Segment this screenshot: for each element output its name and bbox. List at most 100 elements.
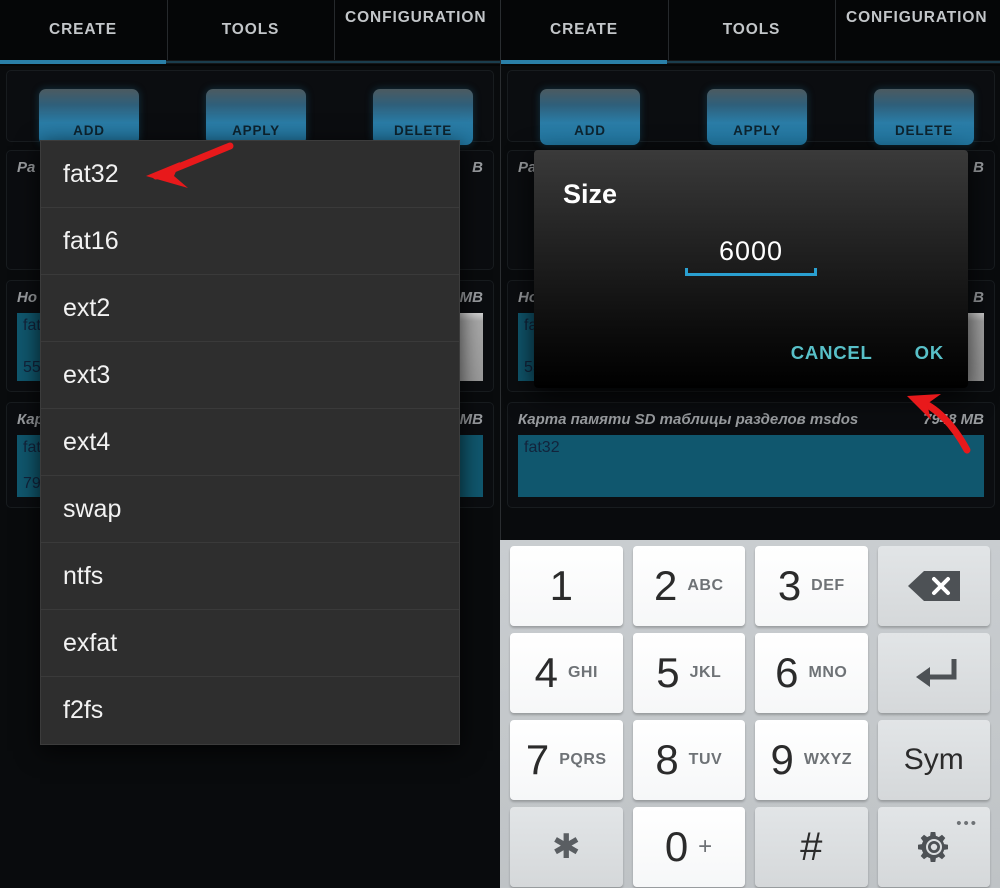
- overflow-dots-icon: •••: [956, 815, 978, 832]
- add-button[interactable]: ADD: [39, 89, 139, 145]
- ok-button[interactable]: OK: [915, 342, 944, 364]
- tab-indicator-active: [501, 60, 667, 64]
- dialog-button-row: CANCEL OK: [791, 342, 944, 364]
- disk-capacity: B: [973, 159, 984, 176]
- dropdown-item-exfat[interactable]: exfat: [41, 610, 459, 677]
- tab-configuration[interactable]: CONFIGURATION: [334, 0, 500, 60]
- key-2-label: 2: [653, 562, 678, 609]
- key-1-label: 1: [549, 562, 573, 609]
- key-5-label: 5: [656, 649, 680, 696]
- tab-indicator-right: [501, 60, 1000, 64]
- delete-button[interactable]: DELETE: [874, 89, 974, 145]
- apply-button[interactable]: APPLY: [707, 89, 807, 145]
- key-6-label: 6: [775, 649, 799, 696]
- add-button[interactable]: ADD: [540, 89, 640, 145]
- apply-button[interactable]: APPLY: [206, 89, 306, 145]
- cancel-button[interactable]: CANCEL: [791, 342, 873, 364]
- disk-title: Карта памяти SD таблицы разделов msdos: [518, 411, 859, 428]
- key-5[interactable]: 5 JKL: [632, 633, 745, 713]
- tab-create-label: CREATE: [550, 21, 618, 39]
- hash-icon: #: [800, 824, 823, 869]
- action-bar-left: ADD APPLY DELETE: [6, 70, 494, 145]
- size-input-underline: [685, 268, 817, 276]
- tab-create[interactable]: CREATE: [501, 0, 667, 60]
- key-8[interactable]: 8 TUV: [632, 720, 745, 800]
- key-2-sub: ABC: [687, 577, 724, 594]
- disk-capacity: 7948 MB: [923, 411, 984, 428]
- action-bar-right: ADD APPLY DELETE: [507, 70, 995, 145]
- dropdown-item-ntfs[interactable]: ntfs: [41, 543, 459, 610]
- key-8-label: 8: [655, 736, 679, 783]
- key-0-sub: +: [698, 833, 713, 860]
- key-9[interactable]: 9 WXYZ: [755, 720, 868, 800]
- tab-bar-left: CREATE TOOLS CONFIGURATION: [0, 0, 500, 66]
- key-sym[interactable]: Sym: [877, 720, 990, 800]
- disk-title: Ho: [17, 289, 37, 306]
- key-2[interactable]: 2 ABC: [632, 546, 745, 626]
- key-1[interactable]: 1: [510, 546, 623, 626]
- keyboard-row: ✱ 0 + # •••: [505, 807, 995, 887]
- delete-button[interactable]: DELETE: [373, 89, 473, 145]
- dropdown-item-fat16[interactable]: fat16: [41, 208, 459, 275]
- dropdown-item-ext2[interactable]: ext2: [41, 275, 459, 342]
- tab-create[interactable]: CREATE: [0, 0, 166, 60]
- key-6-sub: MNO: [808, 664, 848, 681]
- dropdown-item-f2fs[interactable]: f2fs: [41, 677, 459, 744]
- dropdown-item-fat32[interactable]: fat32: [41, 141, 459, 208]
- key-4-label: 4: [534, 649, 558, 696]
- key-enter[interactable]: [877, 633, 990, 713]
- key-3[interactable]: 3 DEF: [755, 546, 868, 626]
- tab-tools[interactable]: TOOLS: [668, 0, 834, 60]
- tab-bar-right: CREATE TOOLS CONFIGURATION: [501, 0, 1000, 66]
- left-panel: CREATE TOOLS CONFIGURATION ADD APPLY DEL…: [0, 0, 500, 888]
- key-7[interactable]: 7 PQRS: [510, 720, 623, 800]
- apply-button-label: APPLY: [733, 123, 781, 138]
- tab-tools-label: TOOLS: [221, 21, 280, 39]
- disk-capacity: MB: [459, 411, 483, 428]
- screenshot-root: CREATE TOOLS CONFIGURATION ADD APPLY DEL…: [0, 0, 1000, 888]
- tab-configuration[interactable]: CONFIGURATION: [835, 0, 1000, 60]
- key-asterisk[interactable]: ✱: [510, 807, 623, 887]
- t9-numeric-keypad[interactable]: 1 2 ABC 3 DEF 4 GHI 5 JKL 6 MNO 7 PQRS 8…: [500, 540, 1000, 888]
- filesystem-dropdown[interactable]: fat32 fat16 ext2 ext3 ext4 swap ntfs exf…: [40, 140, 460, 745]
- dropdown-item-ext3[interactable]: ext3: [41, 342, 459, 409]
- key-sym-label: Sym: [903, 743, 964, 776]
- partition-segment-used[interactable]: fat32: [518, 435, 984, 497]
- tab-tools[interactable]: TOOLS: [167, 0, 333, 60]
- disk-card[interactable]: Карта памяти SD таблицы разделов msdos 7…: [507, 402, 995, 508]
- key-3-sub: DEF: [811, 577, 845, 594]
- delete-button-label: DELETE: [894, 123, 954, 138]
- key-0[interactable]: 0 +: [632, 807, 745, 887]
- key-settings[interactable]: •••: [877, 807, 990, 887]
- key-8-sub: TUV: [688, 751, 723, 768]
- size-dialog[interactable]: Size 6000 CANCEL OK: [534, 150, 968, 388]
- add-button-label: ADD: [73, 123, 105, 138]
- tab-indicator-track: [667, 61, 1000, 63]
- partition-fs-label: fat32: [524, 439, 560, 456]
- key-4-sub: GHI: [567, 664, 598, 681]
- key-5-sub: JKL: [689, 664, 722, 681]
- key-backspace[interactable]: [877, 546, 990, 626]
- tab-configuration-label: CONFIGURATION: [846, 9, 988, 26]
- dropdown-item-ext4[interactable]: ext4: [41, 409, 459, 476]
- dialog-title: Size: [563, 179, 618, 209]
- key-9-label: 9: [770, 736, 794, 783]
- asterisk-icon: ✱: [552, 828, 581, 866]
- key-hash[interactable]: #: [755, 807, 868, 887]
- dropdown-item-swap[interactable]: swap: [41, 476, 459, 543]
- tab-indicator-track: [166, 61, 500, 63]
- tab-indicator-active: [0, 60, 166, 64]
- size-input[interactable]: 6000: [685, 236, 817, 276]
- disk-capacity: B: [472, 159, 483, 176]
- gear-icon: [917, 832, 948, 862]
- backspace-icon: [907, 571, 960, 601]
- key-0-label: 0: [664, 823, 689, 870]
- keyboard-row: 4 GHI 5 JKL 6 MNO: [505, 633, 995, 713]
- disk-title: Pa: [17, 159, 36, 176]
- add-button-label: ADD: [574, 123, 606, 138]
- size-input-value: 6000: [718, 236, 784, 266]
- key-6[interactable]: 6 MNO: [755, 633, 868, 713]
- delete-button-label: DELETE: [393, 123, 453, 138]
- key-4[interactable]: 4 GHI: [510, 633, 623, 713]
- apply-button-label: APPLY: [232, 123, 280, 138]
